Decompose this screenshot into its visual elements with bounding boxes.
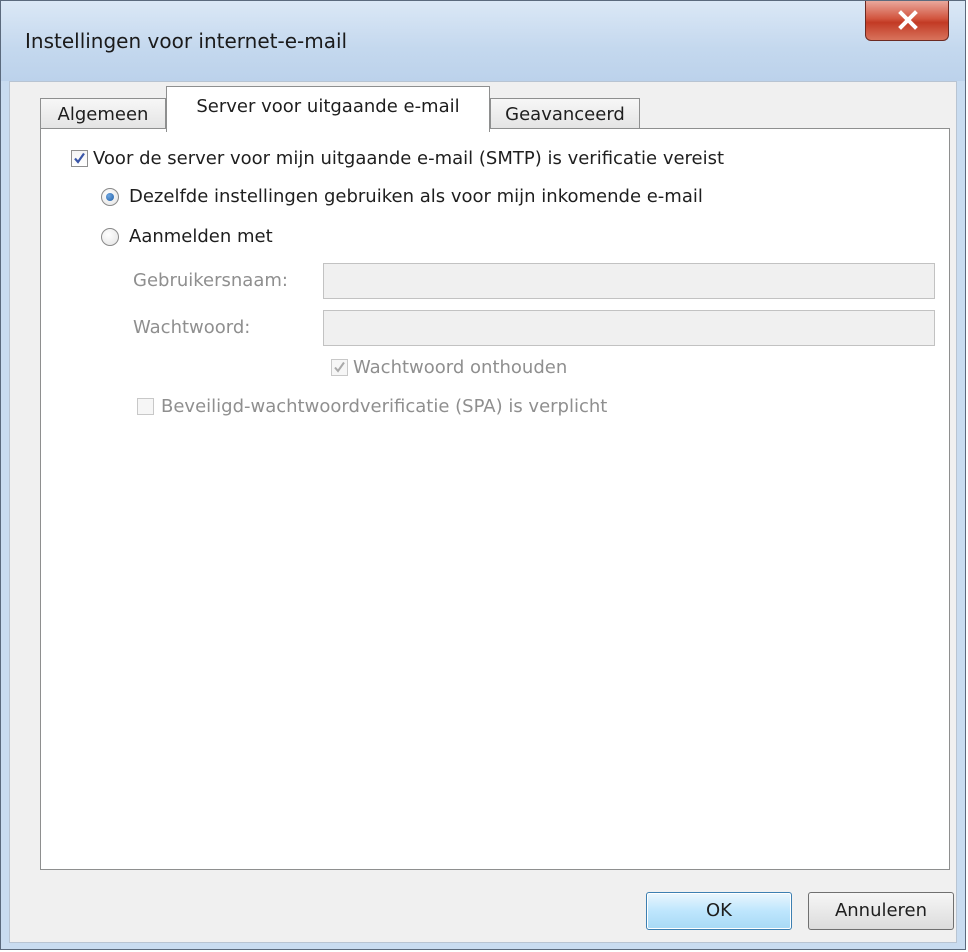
tab-geavanceerd[interactable]: Geavanceerd [490,98,640,130]
ok-button[interactable]: OK [646,892,792,930]
remember-password-checkbox[interactable] [331,359,348,376]
remember-password-label: Wachtwoord onthouden [353,357,568,378]
spa-label: Beveiligd-wachtwoordverificatie (SPA) is… [161,396,608,417]
spa-checkbox[interactable] [137,398,154,415]
window-title: Instellingen voor internet-e-mail [25,29,348,53]
close-icon [898,10,918,30]
same-settings-label: Dezelfde instellingen gebruiken als voor… [129,186,703,207]
smtp-auth-checkbox[interactable] [71,150,88,167]
login-with-label: Aanmelden met [129,226,273,247]
username-label: Gebruikersnaam: [133,270,288,291]
tab-algemeen[interactable]: Algemeen [40,98,166,130]
password-field[interactable] [323,310,935,346]
radio-selected-dot [106,193,114,201]
dialog-body: Algemeen Server voor uitgaande e-mail Ge… [9,81,957,943]
checkmark-icon [334,361,345,373]
cancel-button[interactable]: Annuleren [808,892,954,930]
password-label: Wachtwoord: [133,317,251,338]
tab-uitgaande-server[interactable]: Server voor uitgaande e-mail [166,86,490,132]
tab-label: Algemeen [57,104,149,125]
close-button[interactable] [865,1,949,41]
smtp-auth-label: Voor de server voor mijn uitgaande e-mai… [93,148,725,169]
same-settings-radio[interactable] [101,188,119,206]
tab-panel: Voor de server voor mijn uitgaande e-mai… [40,128,950,870]
dialog-window: Instellingen voor internet-e-mail Algeme… [0,0,966,950]
title-bar[interactable]: Instellingen voor internet-e-mail [1,1,965,81]
checkmark-icon [74,152,85,164]
tab-label: Geavanceerd [505,104,625,125]
username-field[interactable] [323,263,935,299]
login-with-radio[interactable] [101,228,119,246]
tab-label: Server voor uitgaande e-mail [196,96,460,117]
